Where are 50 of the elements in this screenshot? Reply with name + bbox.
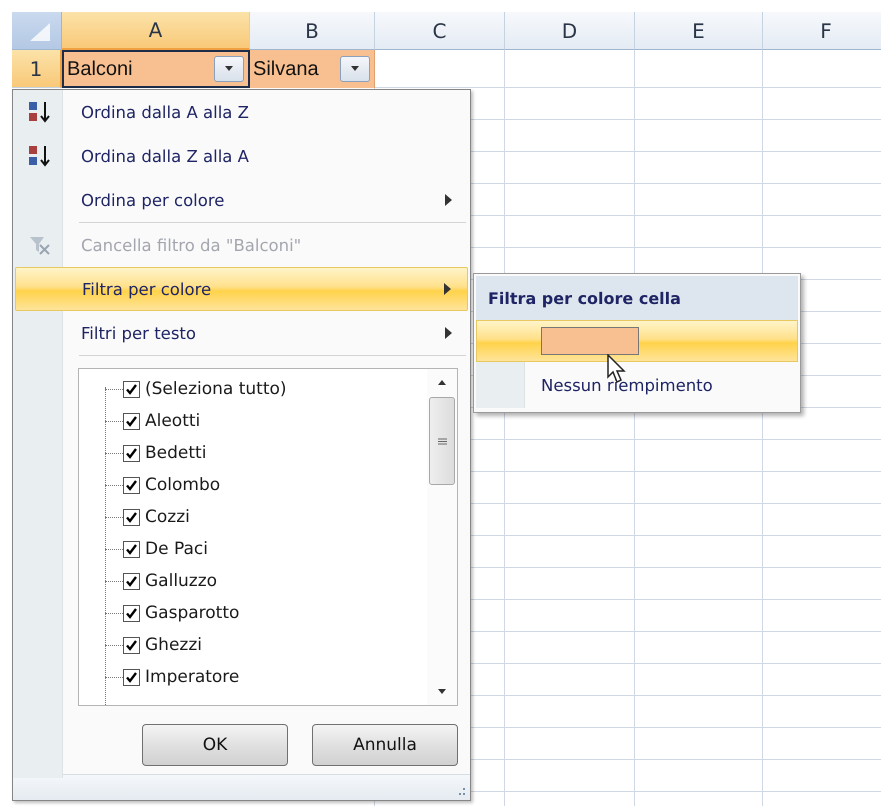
color-option[interactable]	[476, 320, 798, 362]
value-label[interactable]: Gasparotto	[145, 603, 240, 623]
menu-item[interactable]: Ordina per colore	[15, 178, 468, 222]
value-label[interactable]: Bedetti	[145, 443, 206, 463]
checkbox[interactable]	[123, 572, 140, 590]
filter-dropdown-button[interactable]	[214, 56, 244, 82]
menu-item[interactable]: Nessun riempimento	[476, 362, 798, 408]
row-header[interactable]: 1	[12, 50, 62, 88]
menu-item[interactable]: Filtri per testo	[15, 311, 468, 355]
column-header[interactable]: A	[62, 12, 250, 50]
ok-button[interactable]: OK	[142, 724, 288, 766]
checkbox[interactable]	[123, 412, 140, 430]
value-label[interactable]: (Seleziona tutto)	[145, 379, 287, 399]
grip-icon	[438, 438, 446, 444]
value-label[interactable]: De Paci	[145, 539, 208, 559]
clear-filter-icon	[29, 235, 51, 255]
scrollbar[interactable]	[427, 369, 457, 705]
value-label[interactable]: Imperatore	[145, 667, 240, 687]
filter-dropdown-button[interactable]	[340, 56, 370, 82]
menu-item[interactable]: Filtra per colore	[15, 267, 468, 311]
table-cell: Balconi	[67, 58, 133, 80]
checkbox[interactable]	[123, 380, 140, 398]
column-header[interactable]: D	[505, 12, 635, 50]
value-label[interactable]: Colombo	[145, 475, 220, 495]
value-label[interactable]: Galluzzo	[145, 571, 218, 591]
caret-icon	[224, 66, 234, 72]
table-cell: Silvana	[253, 58, 319, 80]
column-header[interactable]: C	[375, 12, 505, 50]
checkbox[interactable]	[123, 444, 140, 462]
value-label[interactable]: Cozzi	[145, 507, 190, 527]
menu-item[interactable]: Ordina dalla Z alla A	[15, 134, 468, 178]
value-label[interactable]: Aleotti	[145, 411, 200, 431]
checkbox[interactable]	[123, 540, 140, 558]
column-header[interactable]: E	[635, 12, 763, 50]
cancel-button[interactable]: Annulla	[312, 724, 458, 766]
checkbox[interactable]	[123, 508, 140, 526]
menu-item[interactable]: Ordina dalla A alla Z	[15, 90, 468, 134]
checkbox[interactable]	[123, 604, 140, 622]
value-label[interactable]: Ghezzi	[145, 635, 202, 655]
column-header[interactable]: F	[763, 12, 881, 50]
scroll-thumb[interactable]	[429, 397, 455, 485]
checkbox[interactable]	[123, 636, 140, 654]
submenu-heading: Filtra per colore cella	[476, 276, 798, 320]
caret-icon	[350, 66, 360, 72]
scroll-up-icon[interactable]	[437, 379, 447, 385]
scroll-down-icon[interactable]	[437, 689, 447, 695]
resize-grip-icon[interactable]	[456, 787, 466, 797]
checkbox[interactable]	[123, 476, 140, 494]
checkbox[interactable]	[123, 668, 140, 686]
column-header[interactable]: B	[250, 12, 375, 50]
